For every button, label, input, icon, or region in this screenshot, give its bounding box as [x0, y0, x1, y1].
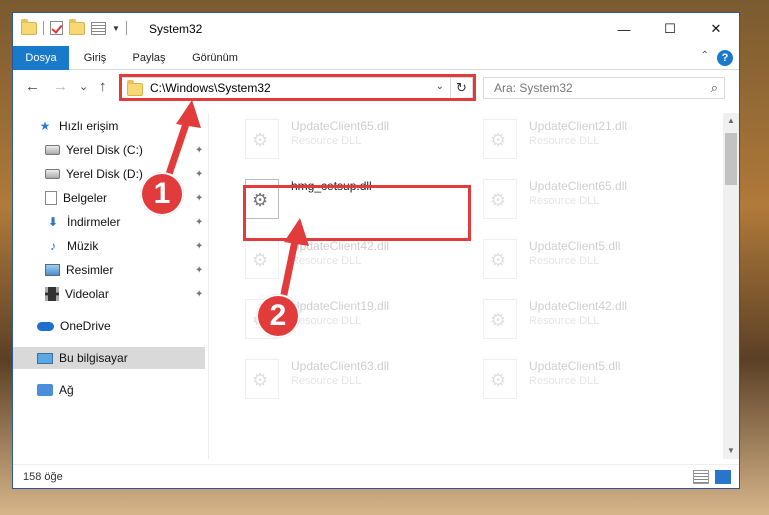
step-2-badge: 2: [256, 294, 300, 338]
step-1-badge: 1: [140, 172, 184, 216]
arrow-step-2: [278, 218, 309, 308]
annotation-arrows: [161, 100, 309, 308]
